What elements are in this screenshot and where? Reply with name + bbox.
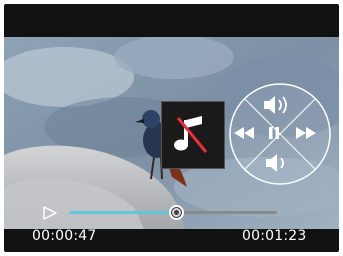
play-icon[interactable] bbox=[40, 203, 60, 223]
fast-forward-icon[interactable] bbox=[294, 124, 318, 142]
progress-track[interactable] bbox=[70, 205, 277, 220]
volume-up-icon[interactable] bbox=[260, 94, 296, 116]
volume-down-icon[interactable] bbox=[262, 152, 290, 174]
video-player: 00:00:47 00:01:23 bbox=[4, 4, 339, 252]
mute-button[interactable] bbox=[161, 101, 225, 169]
total-time: 00:01:23 bbox=[242, 228, 307, 244]
progress-knob[interactable] bbox=[168, 205, 184, 220]
rewind-icon[interactable] bbox=[232, 124, 256, 142]
timeline bbox=[4, 203, 339, 223]
pause-icon[interactable] bbox=[266, 124, 282, 142]
music-note-muted-icon bbox=[174, 116, 208, 153]
current-time: 00:00:47 bbox=[32, 228, 97, 244]
progress-fill bbox=[70, 211, 176, 214]
